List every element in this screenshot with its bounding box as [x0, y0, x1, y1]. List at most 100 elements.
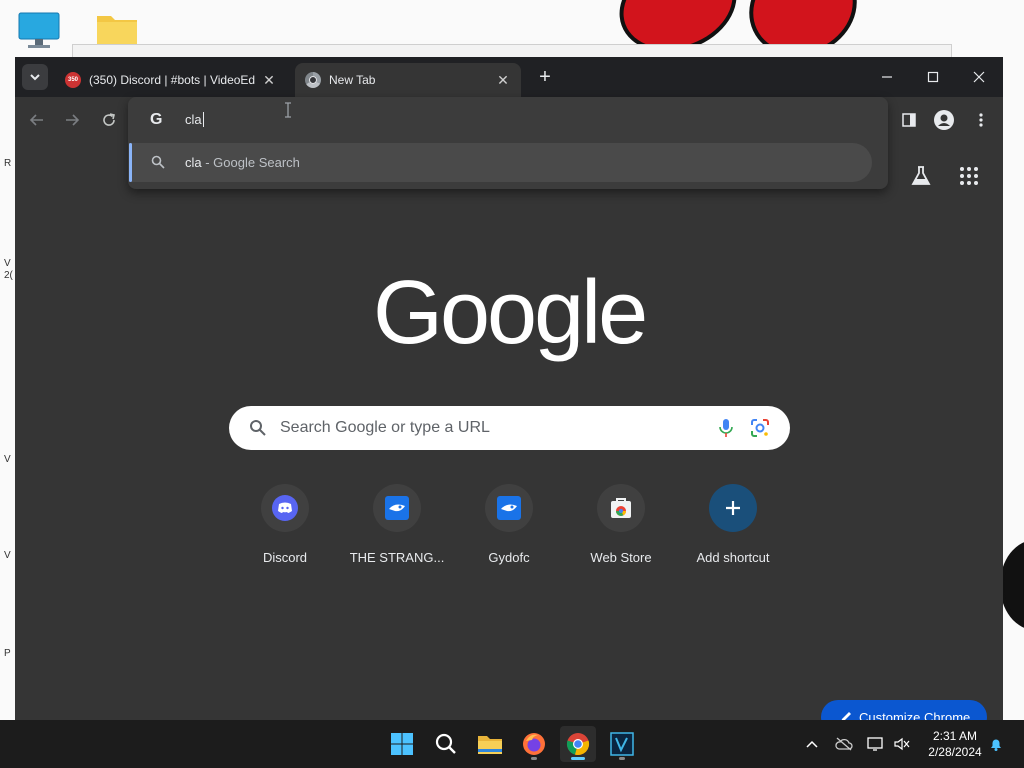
discord-icon: [272, 495, 298, 521]
suggestion-selected-accent: [129, 143, 132, 182]
shortcut-label: Web Store: [590, 550, 652, 565]
shortcut-label: THE STRANG...: [349, 550, 445, 565]
chrome-menu-button[interactable]: [969, 108, 993, 132]
shortcut-label: Add shortcut: [696, 550, 770, 565]
chevron-down-icon: [30, 74, 40, 81]
forward-arrow-icon: [66, 114, 80, 126]
volume-tray[interactable]: [892, 734, 912, 754]
omnibox-dropdown: G cla cla - Google Search: [128, 97, 888, 189]
folder-icon: [478, 736, 502, 754]
kebab-menu-icon: [979, 113, 983, 127]
tab-badge: 350: [67, 77, 78, 83]
desktop-label: V: [4, 454, 11, 465]
google-lens-icon[interactable]: [750, 418, 770, 438]
search-icon: [151, 155, 165, 169]
reload-icon: [103, 113, 115, 126]
add-shortcut-button[interactable]: Add shortcut: [677, 484, 789, 565]
taskbar: 2:31 AM 2/28/2024: [0, 720, 1024, 768]
shortcut-icon-tile: [597, 484, 645, 532]
search-icon: [435, 733, 456, 754]
side-panel-button[interactable]: [897, 108, 921, 132]
microphone-icon[interactable]: [718, 418, 734, 438]
this-pc-icon[interactable]: [17, 12, 61, 55]
google-apps-button[interactable]: [954, 161, 984, 191]
back-button[interactable]: [25, 108, 49, 132]
onedrive-tray[interactable]: [834, 734, 854, 754]
active-indicator: [571, 757, 585, 760]
desktop-label: P: [4, 648, 11, 659]
google-logo: Google: [373, 263, 648, 363]
clock-date: 2/28/2024: [928, 745, 982, 759]
search-icon: [250, 420, 266, 436]
tab-title: (350) Discord | #bots | VideoEd: [89, 73, 256, 87]
new-tab-button[interactable]: +: [533, 65, 557, 89]
show-hidden-icons-button[interactable]: [802, 734, 822, 754]
labs-button[interactable]: [906, 161, 936, 191]
network-tray[interactable]: [866, 734, 886, 754]
reload-button[interactable]: [97, 108, 121, 132]
taskbar-chrome[interactable]: [560, 726, 596, 762]
desktop-label: V: [4, 550, 11, 561]
cloud-offline-icon: [835, 737, 853, 751]
blue-bird-icon: [497, 496, 521, 520]
customize-chrome-button[interactable]: Customize Chrome: [821, 700, 987, 720]
flask-icon: [911, 166, 931, 185]
speaker-muted-icon: [894, 737, 910, 751]
chrome-icon: [566, 733, 590, 756]
suggestion-query: cla: [185, 155, 202, 170]
tab-new-tab[interactable]: New Tab ✕: [295, 63, 521, 97]
shortcut-icon-tile: [261, 484, 309, 532]
maximize-icon: [927, 71, 939, 83]
ntp-search-box[interactable]: Search Google or type a URL: [229, 406, 790, 450]
shortcut-gydofc[interactable]: Gydofc: [453, 484, 565, 565]
plus-icon: [726, 501, 740, 515]
tab-strip: 350 (350) Discord | #bots | VideoEd ✕ Ne…: [15, 57, 1003, 97]
shortcut-icon-tile: [373, 484, 421, 532]
profile-button[interactable]: [932, 108, 956, 132]
minimize-icon: [882, 76, 892, 78]
minimize-button[interactable]: [864, 57, 910, 97]
chevron-up-icon: [806, 740, 818, 748]
running-indicator: [619, 757, 625, 760]
side-panel-icon: [902, 113, 916, 127]
desktop-label: 2(: [4, 270, 13, 281]
shortcut-icon-tile: [485, 484, 533, 532]
clock-time: 2:31 AM: [932, 729, 978, 743]
maximize-button[interactable]: [910, 57, 956, 97]
firefox-icon: [523, 733, 545, 755]
omnibox-input[interactable]: G cla: [128, 97, 888, 143]
close-tab-icon[interactable]: ✕: [261, 72, 277, 88]
text-cursor-icon: [285, 102, 291, 118]
taskbar-file-explorer[interactable]: [472, 726, 508, 762]
customize-chrome-label: Customize Chrome: [859, 709, 971, 721]
search-placeholder: Search Google or type a URL: [280, 419, 490, 436]
desktop-label: R: [4, 158, 12, 169]
taskbar-vegas[interactable]: [604, 726, 640, 762]
system-clock[interactable]: 2:31 AM 2/28/2024: [920, 728, 990, 760]
shortcut-web-store[interactable]: Web Store: [565, 484, 677, 565]
taskbar-search-button[interactable]: [428, 726, 464, 762]
tab-discord[interactable]: 350 (350) Discord | #bots | VideoEd ✕: [55, 63, 287, 97]
running-indicator: [531, 757, 537, 760]
forward-button[interactable]: [60, 108, 84, 132]
web-store-icon: [611, 498, 631, 518]
back-arrow-icon: [29, 114, 43, 126]
omnibox-suggestion[interactable]: cla - Google Search: [129, 143, 872, 182]
omnibox-typed-text: cla: [185, 112, 202, 127]
profile-avatar-icon: [934, 110, 954, 130]
shortcut-discord[interactable]: Discord: [229, 484, 341, 565]
tab-search-button[interactable]: [22, 64, 48, 90]
discord-favicon-icon: 350: [65, 72, 81, 88]
notifications-button[interactable]: [986, 734, 1006, 754]
desktop-label: V: [4, 258, 11, 269]
chrome-favicon-icon: [305, 72, 321, 88]
start-button[interactable]: [384, 726, 420, 762]
text-caret: [202, 112, 204, 127]
close-icon: [973, 71, 985, 83]
taskbar-firefox[interactable]: [516, 726, 552, 762]
shortcut-the-strang[interactable]: THE STRANG...: [341, 484, 453, 565]
close-tab-icon[interactable]: ✕: [495, 72, 511, 88]
shortcut-label: Discord: [262, 550, 308, 565]
close-window-button[interactable]: [956, 57, 1002, 97]
tab-title: New Tab: [329, 73, 376, 87]
